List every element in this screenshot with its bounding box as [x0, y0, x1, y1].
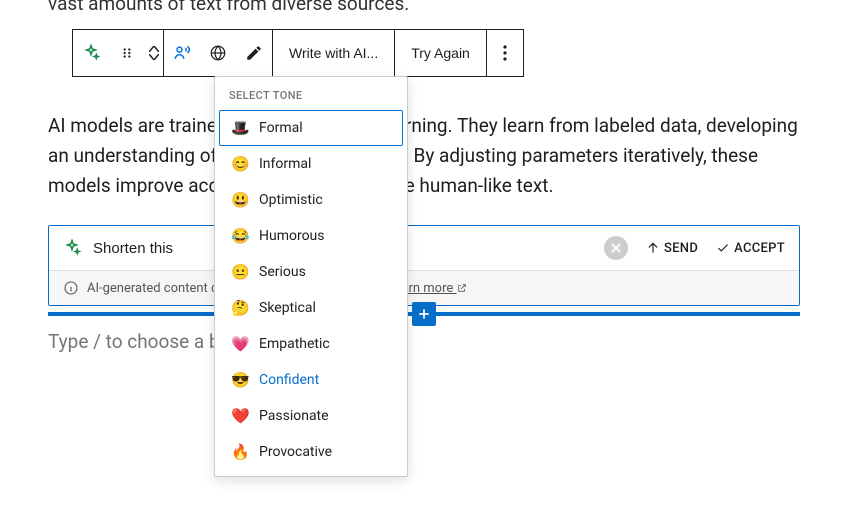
plus-icon	[416, 306, 432, 322]
tone-label: Empathetic	[259, 336, 330, 352]
chevron-up-icon	[149, 46, 159, 52]
empty-block-placeholder[interactable]: Type / to choose a block	[48, 330, 800, 353]
accept-button[interactable]: ACCEPT	[716, 241, 785, 256]
tone-emoji: ❤️	[231, 407, 249, 425]
block-toolbar: Write with AI... Try Again	[72, 29, 524, 77]
tone-option-formal[interactable]: 🎩 Formal	[219, 110, 403, 146]
pencil-icon[interactable]	[236, 30, 272, 76]
try-again-label: Try Again	[411, 45, 470, 61]
tone-emoji: 😎	[231, 371, 249, 389]
info-icon	[63, 280, 79, 296]
arrow-up-icon	[646, 241, 660, 255]
tone-label: Skeptical	[259, 300, 316, 316]
text-to-speech-icon[interactable]	[164, 30, 200, 76]
tone-label: Informal	[259, 156, 311, 172]
move-up-down[interactable]	[145, 46, 163, 60]
write-with-ai-button[interactable]: Write with AI...	[273, 30, 394, 76]
tone-emoji: 💗	[231, 335, 249, 353]
tone-label: Formal	[259, 120, 303, 136]
tone-option-provocative[interactable]: 🔥 Provocative	[219, 434, 403, 470]
add-block-button[interactable]	[412, 302, 436, 326]
tone-dropdown: SELECT TONE 🎩 Formal 😊 Informal 😃 Optimistic 😂…	[214, 76, 408, 477]
tone-emoji: 😊	[231, 155, 249, 173]
tone-option-confident[interactable]: 😎 Confident	[219, 362, 403, 398]
previous-paragraph-tail: vast amounts of text from diverse source…	[48, 0, 800, 15]
tone-option-humorous[interactable]: 😂 Humorous	[219, 218, 403, 254]
tone-option-optimistic[interactable]: 😃 Optimistic	[219, 182, 403, 218]
tone-emoji: 😐	[231, 263, 249, 281]
check-icon	[716, 241, 730, 255]
tone-option-serious[interactable]: 😐 Serious	[219, 254, 403, 290]
block-insert-line	[48, 312, 800, 316]
content-paragraph[interactable]: AI models are trained using supervised l…	[48, 111, 800, 201]
write-with-ai-label: Write with AI...	[289, 45, 378, 61]
ai-disclaimer: AI-generated content could be inaccurate…	[49, 270, 799, 305]
tone-emoji: 😃	[231, 191, 249, 209]
tone-emoji: 🔥	[231, 443, 249, 461]
tone-option-skeptical[interactable]: 🤔 Skeptical	[219, 290, 403, 326]
cancel-button[interactable]	[604, 236, 628, 260]
tone-label: Humorous	[259, 228, 325, 244]
try-again-button[interactable]: Try Again	[395, 30, 486, 76]
tone-label: Optimistic	[259, 192, 323, 208]
drag-handle-icon[interactable]	[109, 30, 145, 76]
tone-label: Serious	[259, 264, 306, 280]
send-label: SEND	[664, 241, 698, 256]
tone-emoji: 😂	[231, 227, 249, 245]
globe-icon[interactable]	[200, 30, 236, 76]
external-link-icon	[457, 283, 467, 293]
send-button[interactable]: SEND	[646, 241, 698, 256]
more-options-icon[interactable]	[487, 30, 523, 76]
ai-sparkle-icon	[63, 239, 81, 257]
tone-label: Confident	[259, 372, 319, 388]
accept-label: ACCEPT	[734, 241, 785, 256]
tone-option-passionate[interactable]: ❤️ Passionate	[219, 398, 403, 434]
chevron-down-icon	[149, 54, 159, 60]
tone-emoji: 🤔	[231, 299, 249, 317]
ai-sparkle-icon[interactable]	[73, 30, 109, 76]
dropdown-header: SELECT TONE	[215, 77, 407, 110]
tone-emoji: 🎩	[231, 119, 249, 137]
tone-option-empathetic[interactable]: 💗 Empathetic	[219, 326, 403, 362]
tone-label: Provocative	[259, 444, 332, 460]
ai-assistant-panel: SEND ACCEPT AI-generated content could b…	[48, 225, 800, 306]
tone-label: Passionate	[259, 408, 329, 424]
tone-option-informal[interactable]: 😊 Informal	[219, 146, 403, 182]
